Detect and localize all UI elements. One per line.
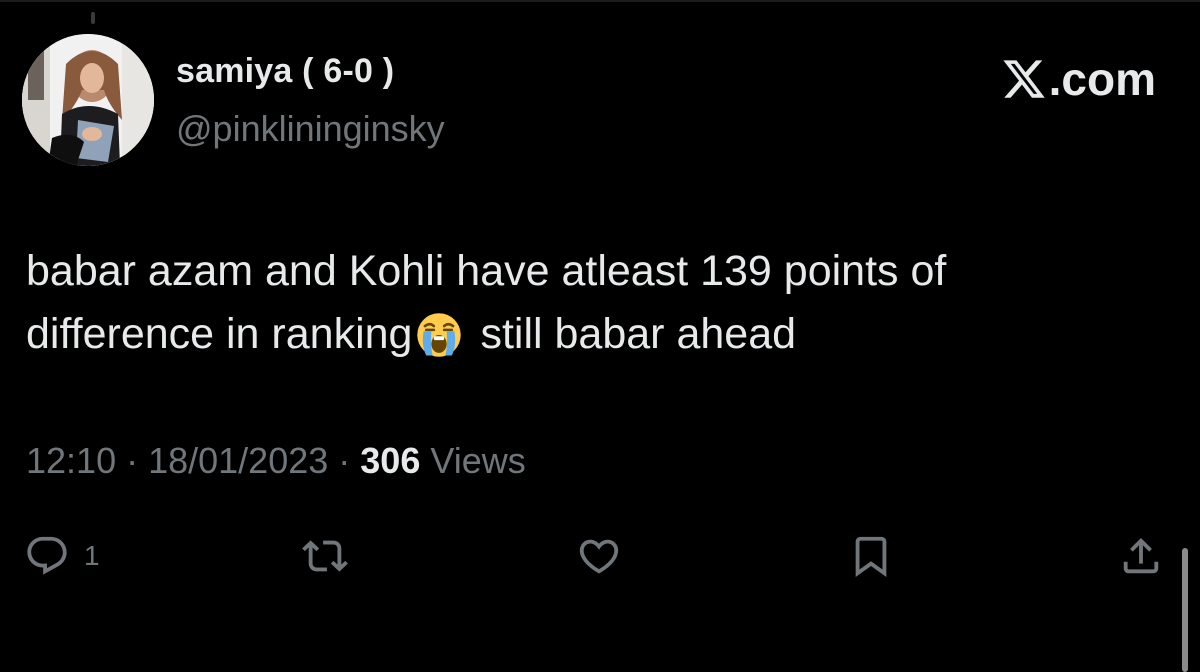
scrollbar[interactable] xyxy=(1182,548,1188,672)
tweet-line-2-start: difference in ranking xyxy=(26,310,413,358)
avatar[interactable] xyxy=(22,34,154,166)
bookmark-button[interactable] xyxy=(848,532,894,580)
reply-count: 1 xyxy=(84,540,100,571)
x-com-watermark: .com xyxy=(1001,52,1156,106)
retweet-button[interactable] xyxy=(302,532,348,580)
views-count: 306 xyxy=(360,440,421,481)
meta-separator: · xyxy=(328,440,361,481)
top-thread-line xyxy=(91,12,95,24)
share-button[interactable] xyxy=(1118,532,1164,580)
like-button[interactable] xyxy=(576,532,622,580)
meta-separator: · xyxy=(116,440,149,481)
tweet-time[interactable]: 12:10 xyxy=(26,440,116,481)
tweet-date[interactable]: 18/01/2023 xyxy=(148,440,328,481)
tweet-line-2-end: still babar ahead xyxy=(480,310,797,358)
top-divider xyxy=(0,0,1200,2)
reply-button[interactable]: 1 xyxy=(24,532,100,580)
tweet-line-1: babar azam and Kohli have atleast 139 po… xyxy=(26,247,947,295)
retweet-icon xyxy=(302,540,348,572)
share-icon xyxy=(1123,537,1159,574)
author-display-name[interactable]: samiya ( 6-0 ) xyxy=(176,52,394,91)
tweet-metadata: 12:10 · 18/01/2023 · 306 Views xyxy=(26,440,526,482)
x-logo-icon xyxy=(1003,60,1045,98)
avatar-photo xyxy=(22,34,154,166)
loudly-crying-face-emoji xyxy=(417,313,462,357)
views-label: Views xyxy=(420,440,526,481)
reply-icon xyxy=(27,536,67,575)
bookmark-icon xyxy=(855,536,887,577)
tweet-line-2: difference in ranking still babar ahead xyxy=(26,303,1146,366)
heart-icon xyxy=(579,539,619,574)
tweet-text: babar azam and Kohli have atleast 139 po… xyxy=(26,240,1146,366)
brand-domain-label: .com xyxy=(1048,53,1156,105)
author-handle[interactable]: @pinklininginsky xyxy=(176,108,445,150)
